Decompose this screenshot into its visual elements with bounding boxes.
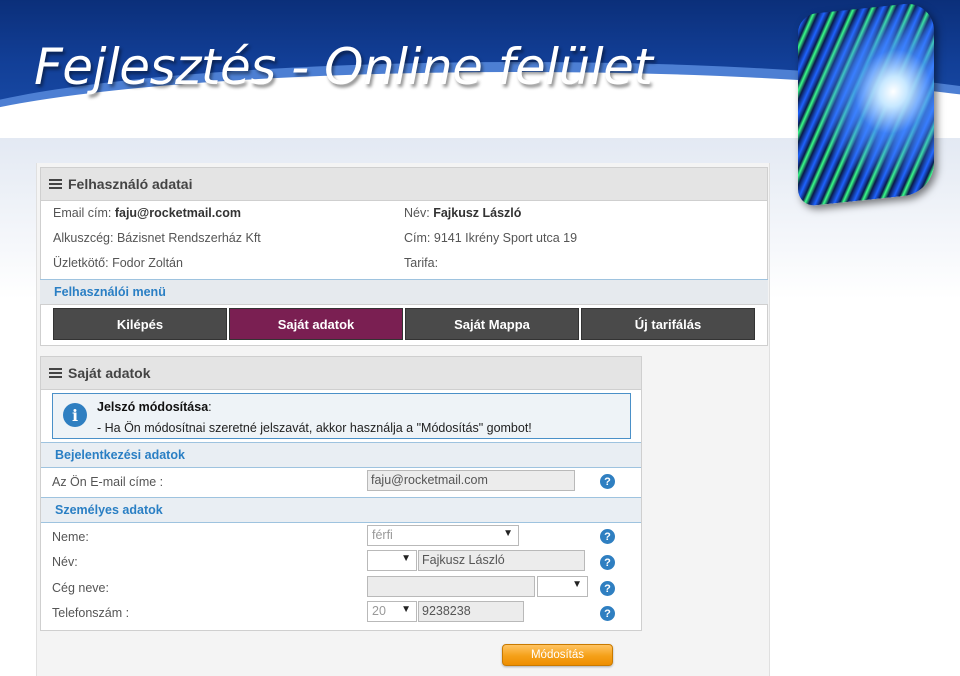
chevron-down-icon: ▼ <box>401 553 411 564</box>
notice-text: - Ha Ön módosítnai szeretné jelszavát, a… <box>97 421 532 435</box>
user-panel-title: Felhasználó adatai <box>68 176 193 192</box>
notice-title: Jelszó módosítása: <box>97 400 212 414</box>
agent-value: Fodor Zoltán <box>112 256 183 270</box>
login-section-header: Bejelentkezési adatok <box>41 442 641 468</box>
own-data-header: Saját adatok <box>40 356 642 390</box>
company-label: Cég neve: <box>52 581 109 595</box>
phone-area-select[interactable]: 20 ▼ <box>367 601 417 622</box>
user-menu-header: Felhasználói menü <box>40 279 768 305</box>
password-notice: i Jelszó módosítása: - Ha Ön módosítnai … <box>52 393 631 439</box>
slide-title: Fejlesztés - Online felület <box>34 38 653 96</box>
chevron-down-icon: ▼ <box>572 579 582 590</box>
agent-row: Üzletkötő: Fodor Zoltán <box>53 256 183 270</box>
name-prefix-select[interactable]: ▼ <box>367 550 417 571</box>
app-window: Felhasználó adatai Email cím: faju@rocke… <box>36 163 770 676</box>
menu-item-own-data[interactable]: Saját adatok <box>229 308 403 340</box>
phone-label: Telefonszám : <box>52 606 130 620</box>
modify-button[interactable]: Módosítás <box>502 644 613 666</box>
company-type-select[interactable]: ▼ <box>537 576 588 597</box>
gender-select[interactable]: férfi ▼ <box>367 525 519 546</box>
light-tunnel-logo <box>798 0 934 208</box>
subagency-value: Bázisnet Rendszerház Kft <box>116 231 261 245</box>
phone-area-value: 20 <box>372 604 386 618</box>
personal-section-header: Személyes adatok <box>41 497 641 523</box>
menu-icon <box>49 177 62 191</box>
user-email-row: Email cím: faju@rocketmail.com <box>53 206 241 220</box>
name-label: Név: <box>52 555 78 569</box>
user-info-box: Email cím: faju@rocketmail.com Név: Fajk… <box>40 200 768 280</box>
help-icon[interactable]: ? <box>600 555 615 570</box>
user-name-row: Név: Fajkusz László <box>404 206 522 220</box>
login-email-label: Az Ön E-mail címe : <box>52 475 164 489</box>
menu-icon <box>49 366 62 380</box>
menu-item-own-folder[interactable]: Saját Mappa <box>405 308 579 340</box>
name-field[interactable]: Fajkusz László <box>418 550 585 571</box>
info-icon: i <box>63 403 87 427</box>
help-icon[interactable]: ? <box>600 606 615 621</box>
phone-field[interactable]: 9238238 <box>418 601 524 622</box>
user-email: faju@rocketmail.com <box>114 206 241 220</box>
user-name: Fajkusz László <box>433 206 522 220</box>
user-panel-header: Felhasználó adatai <box>40 167 768 201</box>
user-menu: Kilépés Saját adatok Saját Mappa Új tari… <box>53 308 755 340</box>
menu-item-logout[interactable]: Kilépés <box>53 308 227 340</box>
own-data-title: Saját adatok <box>68 365 151 381</box>
personal-section-title: Személyes adatok <box>55 503 163 517</box>
help-icon[interactable]: ? <box>600 581 615 596</box>
company-field[interactable] <box>367 576 535 597</box>
help-icon[interactable]: ? <box>600 529 615 544</box>
login-section-title: Bejelentkezési adatok <box>55 448 185 462</box>
subagency-row: Alkuszcég: Bázisnet Rendszerház Kft <box>53 231 261 245</box>
tariff-row: Tarifa: <box>404 256 439 270</box>
chevron-down-icon: ▼ <box>401 604 411 615</box>
chevron-down-icon: ▼ <box>503 528 513 539</box>
address-row: Cím: 9141 Ikrény Sport utca 19 <box>404 231 578 245</box>
address-value: 9141 Ikrény Sport utca 19 <box>433 231 578 245</box>
user-menu-title: Felhasználói menü <box>54 285 166 299</box>
gender-value: férfi <box>372 528 393 542</box>
gender-label: Neme: <box>52 530 89 544</box>
help-icon[interactable]: ? <box>600 474 615 489</box>
login-email-field[interactable]: faju@rocketmail.com <box>367 470 575 491</box>
menu-item-new-tariff[interactable]: Új tarifálás <box>581 308 755 340</box>
